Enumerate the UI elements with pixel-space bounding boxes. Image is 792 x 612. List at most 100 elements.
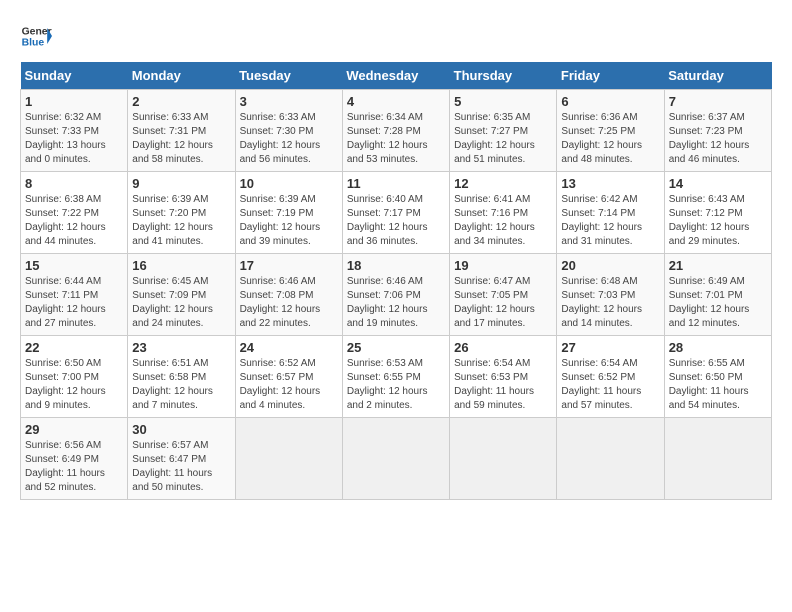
day-info: Sunrise: 6:35 AM Sunset: 7:27 PM Dayligh… bbox=[454, 111, 552, 167]
calendar-week-3: 22 Sunrise: 6:50 AM Sunset: 7:00 PM Dayli… bbox=[21, 336, 772, 418]
calendar-cell bbox=[450, 418, 557, 500]
calendar-week-1: 8 Sunrise: 6:38 AM Sunset: 7:22 PM Daylig… bbox=[21, 172, 772, 254]
day-number: 26 bbox=[454, 340, 552, 355]
day-header-wednesday: Wednesday bbox=[342, 62, 449, 90]
calendar-cell: 12 Sunrise: 6:41 AM Sunset: 7:16 PM Dayli… bbox=[450, 172, 557, 254]
day-info: Sunrise: 6:37 AM Sunset: 7:23 PM Dayligh… bbox=[669, 111, 767, 167]
day-number: 3 bbox=[240, 94, 338, 109]
day-number: 27 bbox=[561, 340, 659, 355]
svg-text:Blue: Blue bbox=[22, 38, 45, 49]
day-number: 11 bbox=[347, 176, 445, 191]
calendar-cell: 3 Sunrise: 6:33 AM Sunset: 7:30 PM Daylig… bbox=[235, 90, 342, 172]
day-number: 14 bbox=[669, 176, 767, 191]
day-number: 8 bbox=[25, 176, 123, 191]
calendar-cell: 27 Sunrise: 6:54 AM Sunset: 6:52 PM Dayli… bbox=[557, 336, 664, 418]
calendar-cell: 1 Sunrise: 6:32 AM Sunset: 7:33 PM Daylig… bbox=[21, 90, 128, 172]
day-number: 21 bbox=[669, 258, 767, 273]
day-info: Sunrise: 6:45 AM Sunset: 7:09 PM Dayligh… bbox=[132, 275, 230, 331]
day-header-friday: Friday bbox=[557, 62, 664, 90]
calendar-cell bbox=[235, 418, 342, 500]
day-info: Sunrise: 6:54 AM Sunset: 6:52 PM Dayligh… bbox=[561, 357, 659, 413]
day-number: 2 bbox=[132, 94, 230, 109]
calendar-cell: 4 Sunrise: 6:34 AM Sunset: 7:28 PM Daylig… bbox=[342, 90, 449, 172]
day-info: Sunrise: 6:51 AM Sunset: 6:58 PM Dayligh… bbox=[132, 357, 230, 413]
day-number: 22 bbox=[25, 340, 123, 355]
day-info: Sunrise: 6:49 AM Sunset: 7:01 PM Dayligh… bbox=[669, 275, 767, 331]
day-info: Sunrise: 6:33 AM Sunset: 7:30 PM Dayligh… bbox=[240, 111, 338, 167]
logo: General Blue bbox=[20, 20, 52, 52]
calendar-cell: 30 Sunrise: 6:57 AM Sunset: 6:47 PM Dayli… bbox=[128, 418, 235, 500]
day-info: Sunrise: 6:33 AM Sunset: 7:31 PM Dayligh… bbox=[132, 111, 230, 167]
day-number: 6 bbox=[561, 94, 659, 109]
day-info: Sunrise: 6:38 AM Sunset: 7:22 PM Dayligh… bbox=[25, 193, 123, 249]
calendar-cell: 17Sunrise: 6:46 AM Sunset: 7:08 PM Dayli… bbox=[235, 254, 342, 336]
day-info: Sunrise: 6:34 AM Sunset: 7:28 PM Dayligh… bbox=[347, 111, 445, 167]
calendar-cell: 25 Sunrise: 6:53 AM Sunset: 6:55 PM Dayli… bbox=[342, 336, 449, 418]
day-info: Sunrise: 6:36 AM Sunset: 7:25 PM Dayligh… bbox=[561, 111, 659, 167]
day-info: Sunrise: 6:41 AM Sunset: 7:16 PM Dayligh… bbox=[454, 193, 552, 249]
calendar-cell: 9 Sunrise: 6:39 AM Sunset: 7:20 PM Daylig… bbox=[128, 172, 235, 254]
day-number: 4 bbox=[347, 94, 445, 109]
calendar-week-0: 1 Sunrise: 6:32 AM Sunset: 7:33 PM Daylig… bbox=[21, 90, 772, 172]
day-number: 12 bbox=[454, 176, 552, 191]
calendar-week-2: 15 Sunrise: 6:44 AM Sunset: 7:11 PM Dayli… bbox=[21, 254, 772, 336]
day-number: 30 bbox=[132, 422, 230, 437]
day-info: Sunrise: 6:39 AM Sunset: 7:20 PM Dayligh… bbox=[132, 193, 230, 249]
calendar-cell: 8 Sunrise: 6:38 AM Sunset: 7:22 PM Daylig… bbox=[21, 172, 128, 254]
day-number: 29 bbox=[25, 422, 123, 437]
calendar-cell: 21 Sunrise: 6:49 AM Sunset: 7:01 PM Dayli… bbox=[664, 254, 771, 336]
day-number: 19 bbox=[454, 258, 552, 273]
calendar-cell: 10Sunrise: 6:39 AM Sunset: 7:19 PM Dayli… bbox=[235, 172, 342, 254]
day-info: Sunrise: 6:40 AM Sunset: 7:17 PM Dayligh… bbox=[347, 193, 445, 249]
day-number: 9 bbox=[132, 176, 230, 191]
day-info: Sunrise: 6:47 AM Sunset: 7:05 PM Dayligh… bbox=[454, 275, 552, 331]
day-info: Sunrise: 6:44 AM Sunset: 7:11 PM Dayligh… bbox=[25, 275, 123, 331]
calendar-body: 1 Sunrise: 6:32 AM Sunset: 7:33 PM Daylig… bbox=[21, 90, 772, 500]
day-header-tuesday: Tuesday bbox=[235, 62, 342, 90]
calendar-cell: 20Sunrise: 6:48 AM Sunset: 7:03 PM Dayli… bbox=[557, 254, 664, 336]
day-number: 28 bbox=[669, 340, 767, 355]
day-number: 10 bbox=[240, 176, 338, 191]
calendar-cell: 19 Sunrise: 6:47 AM Sunset: 7:05 PM Dayli… bbox=[450, 254, 557, 336]
calendar-cell: 18 Sunrise: 6:46 AM Sunset: 7:06 PM Dayli… bbox=[342, 254, 449, 336]
calendar-week-4: 29Sunrise: 6:56 AM Sunset: 6:49 PM Dayli… bbox=[21, 418, 772, 500]
day-number: 13 bbox=[561, 176, 659, 191]
day-number: 18 bbox=[347, 258, 445, 273]
calendar-cell: 26Sunrise: 6:54 AM Sunset: 6:53 PM Dayli… bbox=[450, 336, 557, 418]
day-info: Sunrise: 6:48 AM Sunset: 7:03 PM Dayligh… bbox=[561, 275, 659, 331]
calendar-cell: 13 Sunrise: 6:42 AM Sunset: 7:14 PM Dayli… bbox=[557, 172, 664, 254]
day-number: 1 bbox=[25, 94, 123, 109]
day-number: 25 bbox=[347, 340, 445, 355]
day-header-saturday: Saturday bbox=[664, 62, 771, 90]
calendar-cell: 23Sunrise: 6:51 AM Sunset: 6:58 PM Dayli… bbox=[128, 336, 235, 418]
calendar-cell: 24Sunrise: 6:52 AM Sunset: 6:57 PM Dayli… bbox=[235, 336, 342, 418]
day-info: Sunrise: 6:46 AM Sunset: 7:06 PM Dayligh… bbox=[347, 275, 445, 331]
day-header-sunday: Sunday bbox=[21, 62, 128, 90]
day-info: Sunrise: 6:42 AM Sunset: 7:14 PM Dayligh… bbox=[561, 193, 659, 249]
calendar-cell: 11 Sunrise: 6:40 AM Sunset: 7:17 PM Dayli… bbox=[342, 172, 449, 254]
day-info: Sunrise: 6:32 AM Sunset: 7:33 PM Dayligh… bbox=[25, 111, 123, 167]
day-info: Sunrise: 6:55 AM Sunset: 6:50 PM Dayligh… bbox=[669, 357, 767, 413]
day-number: 16 bbox=[132, 258, 230, 273]
calendar-table: SundayMondayTuesdayWednesdayThursdayFrid… bbox=[20, 62, 772, 500]
calendar-cell: 16 Sunrise: 6:45 AM Sunset: 7:09 PM Dayli… bbox=[128, 254, 235, 336]
calendar-cell: 2 Sunrise: 6:33 AM Sunset: 7:31 PM Daylig… bbox=[128, 90, 235, 172]
calendar-header-row: SundayMondayTuesdayWednesdayThursdayFrid… bbox=[21, 62, 772, 90]
calendar-cell: 28 Sunrise: 6:55 AM Sunset: 6:50 PM Dayli… bbox=[664, 336, 771, 418]
day-info: Sunrise: 6:52 AM Sunset: 6:57 PM Dayligh… bbox=[240, 357, 338, 413]
day-header-thursday: Thursday bbox=[450, 62, 557, 90]
calendar-cell: 6 Sunrise: 6:36 AM Sunset: 7:25 PM Daylig… bbox=[557, 90, 664, 172]
day-header-monday: Monday bbox=[128, 62, 235, 90]
calendar-cell bbox=[557, 418, 664, 500]
day-info: Sunrise: 6:50 AM Sunset: 7:00 PM Dayligh… bbox=[25, 357, 123, 413]
day-number: 5 bbox=[454, 94, 552, 109]
day-info: Sunrise: 6:53 AM Sunset: 6:55 PM Dayligh… bbox=[347, 357, 445, 413]
logo-icon: General Blue bbox=[20, 20, 52, 52]
day-info: Sunrise: 6:46 AM Sunset: 7:08 PM Dayligh… bbox=[240, 275, 338, 331]
calendar-cell: 29Sunrise: 6:56 AM Sunset: 6:49 PM Dayli… bbox=[21, 418, 128, 500]
calendar-cell: 15 Sunrise: 6:44 AM Sunset: 7:11 PM Dayli… bbox=[21, 254, 128, 336]
calendar-cell: 5 Sunrise: 6:35 AM Sunset: 7:27 PM Daylig… bbox=[450, 90, 557, 172]
day-number: 15 bbox=[25, 258, 123, 273]
calendar-cell bbox=[342, 418, 449, 500]
day-info: Sunrise: 6:57 AM Sunset: 6:47 PM Dayligh… bbox=[132, 439, 230, 495]
